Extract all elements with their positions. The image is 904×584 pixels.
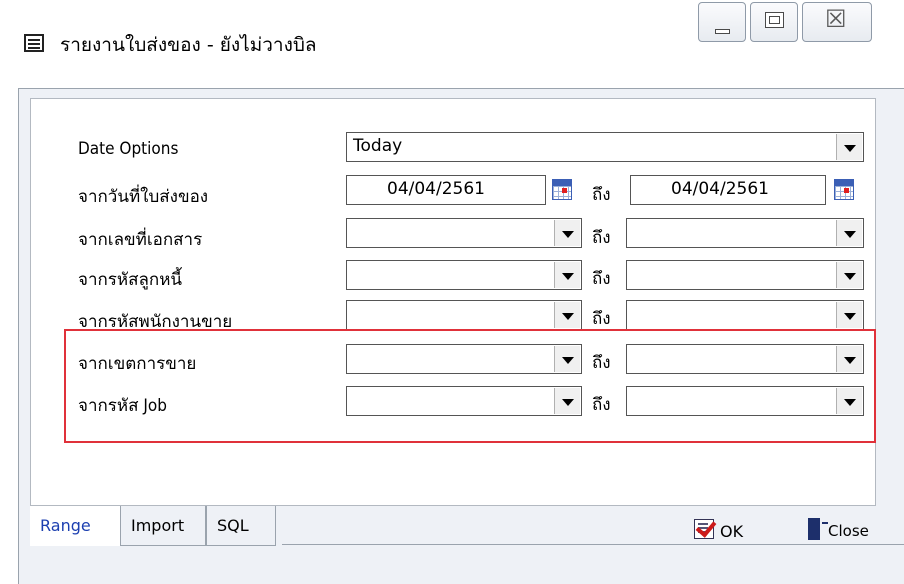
from-debtor-select[interactable]: [346, 260, 582, 290]
to-label: ถึง: [592, 228, 611, 248]
report-window: รายงานใบส่งของ - ยังไม่วางบิล ☒ Date Opt…: [0, 0, 904, 584]
checklist-icon: [694, 519, 714, 539]
report-icon: [24, 34, 44, 52]
date-options-label: Date Options: [78, 139, 179, 159]
to-doc-number-select[interactable]: [626, 218, 864, 248]
restore-icon: [765, 12, 784, 28]
chevron-down-icon[interactable]: [836, 262, 862, 288]
to-date-input[interactable]: 04/04/2561: [630, 175, 826, 205]
tab-sql[interactable]: SQL: [206, 506, 276, 546]
from-salesperson-select[interactable]: [346, 300, 582, 330]
exit-door-icon: [808, 518, 828, 540]
to-label: ถึง: [592, 309, 611, 329]
to-date-value: 04/04/2561: [671, 179, 769, 199]
ok-button[interactable]: OK: [694, 512, 774, 546]
maximize-button[interactable]: [750, 2, 798, 42]
from-date-value: 04/04/2561: [387, 179, 485, 199]
close-icon: ☒: [825, 5, 847, 33]
tab-import[interactable]: Import: [120, 506, 206, 546]
chevron-down-icon[interactable]: [554, 220, 580, 246]
chevron-down-icon[interactable]: [554, 302, 580, 328]
doc-date-label: จากวันที่ใบส่งของ: [78, 187, 209, 207]
date-options-value: Today: [353, 136, 403, 156]
bottom-bar: Range Import SQL OK Close: [18, 506, 904, 584]
chevron-down-icon[interactable]: [554, 262, 580, 288]
title-bar[interactable]: รายงานใบส่งของ - ยังไม่วางบิล ☒: [0, 0, 904, 88]
chevron-down-icon[interactable]: [836, 302, 862, 328]
doc-number-label: จากเลขที่เอกสาร: [78, 230, 203, 250]
window-title: รายงานใบส่งของ - ยังไม่วางบิล: [60, 34, 317, 56]
from-doc-number-select[interactable]: [346, 218, 582, 248]
to-debtor-select[interactable]: [626, 260, 864, 290]
to-label: ถึง: [592, 269, 611, 289]
minimize-icon: [715, 29, 730, 34]
close-window-button[interactable]: ☒: [802, 2, 872, 42]
to-label: ถึง: [592, 185, 611, 205]
tab-range[interactable]: Range: [30, 506, 122, 546]
close-button[interactable]: Close: [808, 512, 898, 546]
minimize-button[interactable]: [698, 2, 746, 42]
highlight-box: [64, 329, 876, 443]
from-date-input[interactable]: 04/04/2561: [346, 175, 546, 205]
chevron-down-icon[interactable]: [836, 220, 862, 246]
calendar-icon[interactable]: [832, 176, 858, 204]
debtor-code-label: จากรหัสลูกหนี้: [78, 270, 183, 290]
to-salesperson-select[interactable]: [626, 300, 864, 330]
calendar-icon[interactable]: [550, 176, 576, 204]
date-options-select[interactable]: Today: [346, 132, 864, 162]
chevron-down-icon[interactable]: [836, 134, 862, 160]
